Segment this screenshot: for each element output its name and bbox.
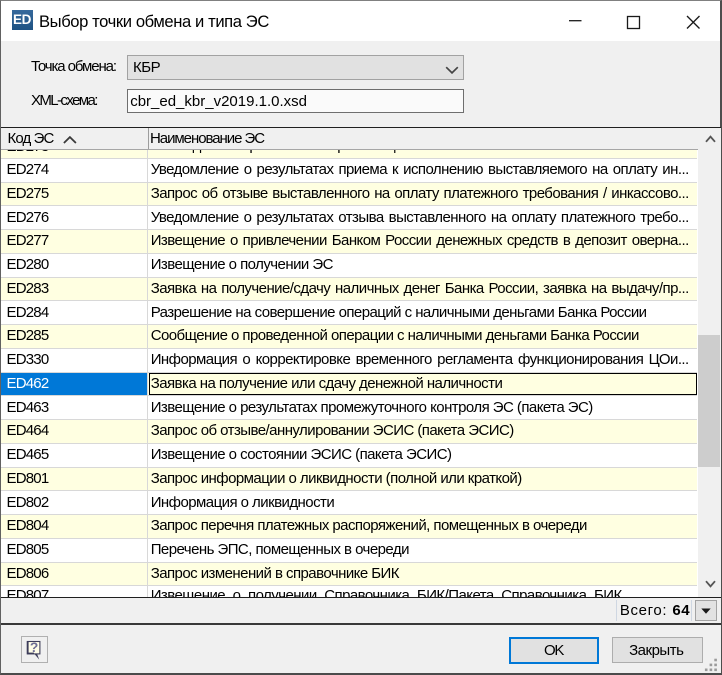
svg-text:?: ? (30, 640, 38, 655)
